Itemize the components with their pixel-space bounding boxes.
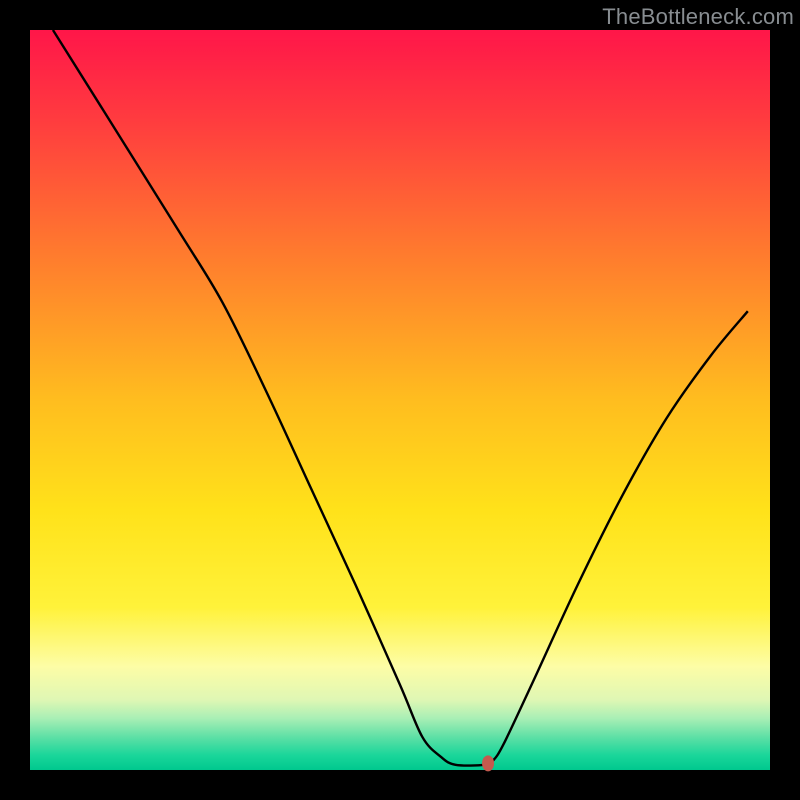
current-config-marker	[482, 755, 494, 771]
plot-background	[30, 30, 770, 770]
attribution-text: TheBottleneck.com	[602, 4, 794, 30]
bottleneck-chart	[0, 0, 800, 800]
